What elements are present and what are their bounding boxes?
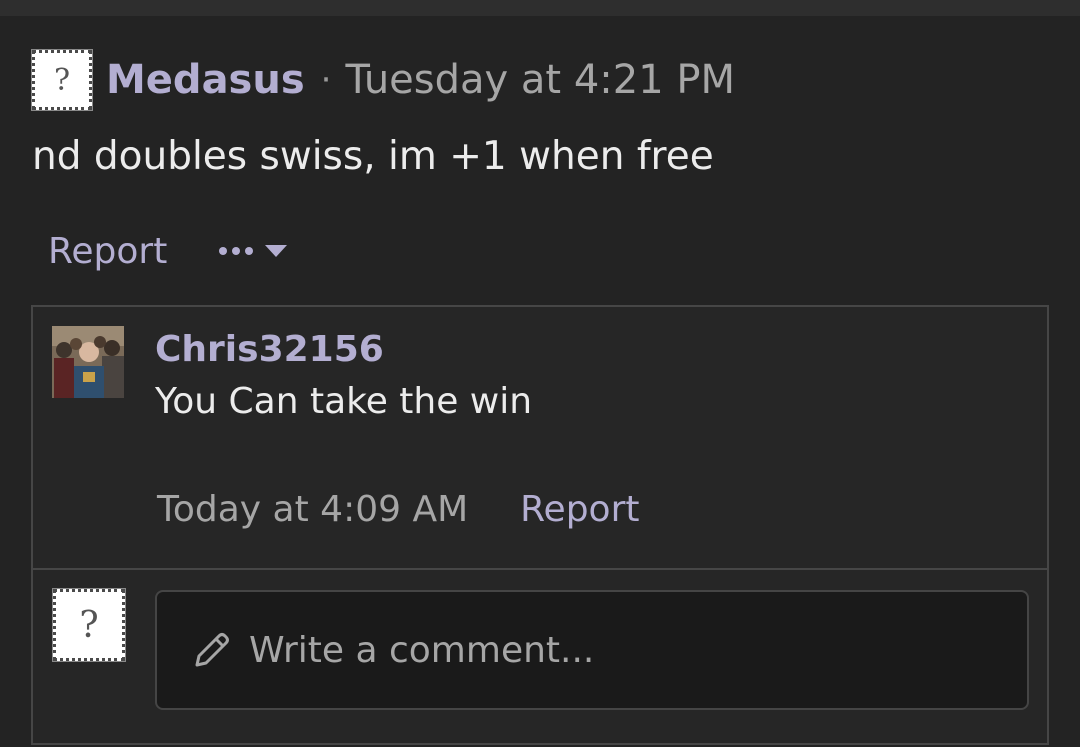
avatar-photo-icon — [52, 326, 124, 398]
post-timestamp[interactable]: Tuesday at 4:21 PM — [345, 57, 735, 103]
top-bar — [0, 0, 1080, 16]
reply-timestamp[interactable]: Today at 4:09 AM — [157, 489, 468, 530]
post-header: Medasus · Tuesday at 4:21 PM — [106, 52, 735, 108]
post-author-avatar[interactable]: ? — [31, 49, 93, 111]
avatar-placeholder-glyph: ? — [79, 604, 99, 646]
ellipsis-icon — [219, 247, 254, 255]
more-options-button[interactable] — [219, 245, 288, 257]
avatar-placeholder-glyph: ? — [53, 62, 71, 98]
comment-placeholder: Write a comment... — [249, 629, 595, 671]
caret-down-icon — [265, 245, 288, 257]
post-report-link[interactable]: Report — [48, 231, 167, 272]
reply-report-link[interactable]: Report — [520, 489, 639, 530]
reply-item: Chris32156 You Can take the win Today at… — [33, 307, 1047, 570]
comment-composer: ? Write a comment... — [33, 570, 1047, 747]
post-author-name[interactable]: Medasus — [106, 57, 305, 103]
pencil-icon — [195, 633, 229, 667]
reply-author-name[interactable]: Chris32156 — [155, 329, 384, 370]
post-body: nd doubles swiss, im +1 when free — [32, 134, 714, 179]
reply-author-avatar[interactable] — [52, 326, 124, 398]
forum-post: ? Medasus · Tuesday at 4:21 PM nd double… — [0, 16, 1080, 745]
current-user-avatar: ? — [52, 588, 126, 662]
write-comment-input[interactable]: Write a comment... — [155, 590, 1029, 710]
replies-section: Chris32156 You Can take the win Today at… — [31, 305, 1049, 745]
reply-meta: Today at 4:09 AM Report — [157, 483, 640, 535]
post-actions: Report — [48, 226, 288, 276]
header-separator: · — [320, 60, 332, 100]
reply-text: You Can take the win — [155, 381, 533, 422]
